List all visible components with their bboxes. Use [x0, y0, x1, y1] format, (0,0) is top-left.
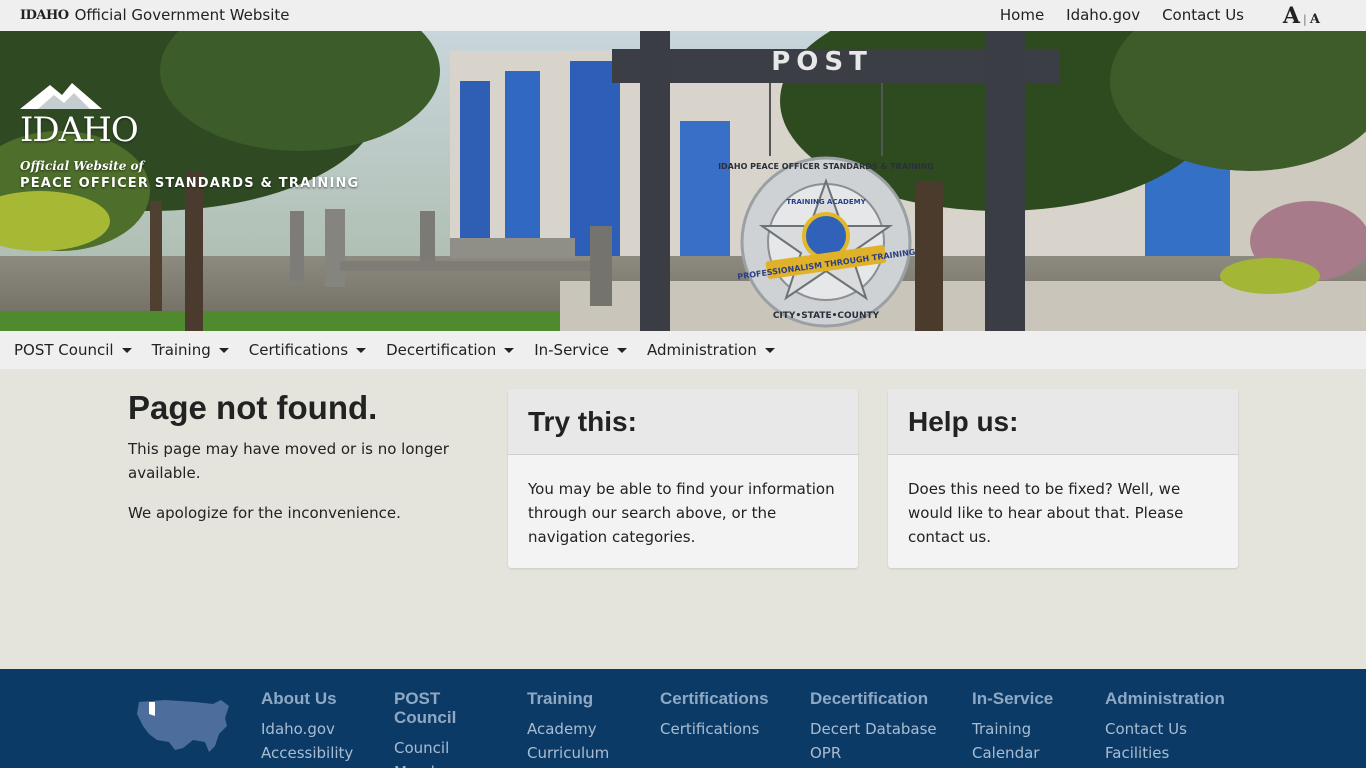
mountain-icon — [20, 83, 102, 109]
not-found-line-2: We apologize for the inconvenience. — [128, 504, 401, 522]
chevron-down-icon — [356, 347, 367, 353]
footer-link-academy[interactable]: Academy — [527, 717, 647, 741]
main-navigation: POST Council Training Certifications Dec… — [0, 331, 1366, 369]
help-us-card-body: Does this need to be fixed? Well, we wou… — [908, 480, 1184, 546]
footer-heading-in-service: In-Service — [972, 689, 1054, 708]
chevron-down-icon — [218, 347, 229, 353]
utility-link-contact[interactable]: Contact Us — [1162, 6, 1244, 24]
nav-post-council-label: POST Council — [14, 341, 114, 359]
footer-link-calendar[interactable]: Calendar — [972, 741, 1092, 765]
footer-link-accessibility[interactable]: Accessibility — [261, 741, 381, 765]
footer-col-certifications: Certifications Certifications — [660, 689, 800, 741]
footer-link-council[interactable]: Council — [394, 736, 474, 760]
footer-heading-post-council: POST Council — [394, 689, 457, 727]
chevron-down-icon — [616, 347, 627, 353]
nav-decertification-label: Decertification — [386, 341, 497, 359]
footer-col-in-service: In-Service Training Calendar — [972, 689, 1092, 765]
main-content: Page not found. This page may have moved… — [0, 369, 1366, 669]
seal-ring-top-text: IDAHO PEACE OFFICER STANDARDS & TRAINING — [718, 162, 934, 171]
help-us-card-header: Help us: — [888, 389, 1238, 455]
footer-col-decertification: Decertification Decert Database OPR — [810, 689, 960, 765]
footer-link-decert-database[interactable]: Decert Database — [810, 717, 960, 741]
help-us-card-title: Help us: — [908, 405, 1019, 437]
utility-link-home[interactable]: Home — [1000, 6, 1044, 24]
nav-decertification[interactable]: Decertification — [386, 341, 515, 359]
footer-link-members[interactable]: Members — [394, 760, 474, 768]
chevron-down-icon — [504, 347, 515, 353]
chevron-down-icon — [121, 347, 132, 353]
not-found-message: Page not found. This page may have moved… — [128, 389, 468, 541]
footer-heading-training: Training — [527, 689, 594, 708]
footer-col-administration: Administration Contact Us Facilities — [1105, 689, 1255, 765]
footer-heading-administration: Administration — [1105, 689, 1225, 708]
idaho-mini-logo: IDAHO — [20, 7, 69, 23]
text-size-small-button[interactable]: A — [1310, 12, 1320, 27]
post-sign-text: POST — [771, 47, 873, 77]
chevron-down-icon — [764, 347, 775, 353]
us-map-icon — [137, 700, 229, 752]
try-this-card-title: Try this: — [528, 405, 637, 437]
nav-administration[interactable]: Administration — [647, 341, 775, 359]
idaho-wordmark: IDAHO — [20, 110, 139, 150]
seal-ring-bottom-text: CITY•STATE•COUNTY — [773, 311, 880, 321]
help-us-card: Help us: Does this need to be fixed? Wel… — [888, 389, 1238, 568]
footer-link-curriculum[interactable]: Curriculum — [527, 741, 647, 765]
nav-in-service-label: In-Service — [534, 341, 609, 359]
nav-training[interactable]: Training — [152, 341, 229, 359]
logo-subtitle-agency: PEACE OFFICER STANDARDS & TRAINING — [20, 176, 360, 191]
text-size-separator: | — [1302, 13, 1307, 26]
official-site-text: Official Government Website — [74, 6, 290, 24]
try-this-card-body: You may be able to find your information… — [528, 480, 835, 546]
text-size-large-button[interactable]: A — [1283, 3, 1300, 29]
site-footer: About Us Idaho.gov Accessibility POST Co… — [0, 669, 1366, 768]
nav-training-label: Training — [151, 341, 211, 359]
not-found-line-1: This page may have moved or is no longer… — [128, 440, 449, 482]
try-this-card-header: Try this: — [508, 389, 858, 455]
nav-administration-label: Administration — [646, 341, 757, 359]
hero-banner: POST PROFESSIONALISM THROUGH TRAINING TR… — [0, 31, 1366, 331]
footer-link-opr[interactable]: OPR — [810, 741, 960, 765]
footer-col-training: Training Academy Curriculum — [527, 689, 647, 765]
footer-link-contact-us[interactable]: Contact Us — [1105, 717, 1255, 741]
nav-certifications-label: Certifications — [248, 341, 349, 359]
footer-link-facilities[interactable]: Facilities — [1105, 741, 1255, 765]
utility-links: Home Idaho.gov Contact Us — [1000, 6, 1244, 24]
footer-link-in-service-training[interactable]: Training — [972, 717, 1092, 741]
page-title: Page not found. — [128, 389, 378, 426]
footer-heading-decertification: Decertification — [810, 689, 929, 708]
try-this-card: Try this: You may be able to find your i… — [508, 389, 858, 568]
footer-link-idaho-gov[interactable]: Idaho.gov — [261, 717, 381, 741]
footer-heading-about: About Us — [261, 689, 337, 708]
nav-post-council[interactable]: POST Council — [14, 341, 132, 359]
seal-academy-text: TRAINING ACADEMY — [786, 198, 866, 206]
utility-link-idaho-gov[interactable]: Idaho.gov — [1066, 6, 1140, 24]
text-size-control: A | A — [1283, 3, 1320, 29]
nav-in-service[interactable]: In-Service — [534, 341, 627, 359]
official-site-label: IDAHO Official Government Website — [20, 6, 290, 24]
idaho-post-logo[interactable]: IDAHO Official Website of PEACE OFFICER … — [20, 81, 359, 191]
footer-col-about: About Us Idaho.gov Accessibility — [261, 689, 381, 765]
footer-heading-certifications: Certifications — [660, 689, 769, 708]
footer-col-post-council: POST Council Council Members — [394, 689, 474, 768]
logo-subtitle-official: Official Website of — [20, 159, 144, 173]
utility-bar: IDAHO Official Government Website Home I… — [0, 0, 1366, 31]
footer-link-certifications[interactable]: Certifications — [660, 717, 800, 741]
nav-certifications[interactable]: Certifications — [248, 341, 367, 359]
